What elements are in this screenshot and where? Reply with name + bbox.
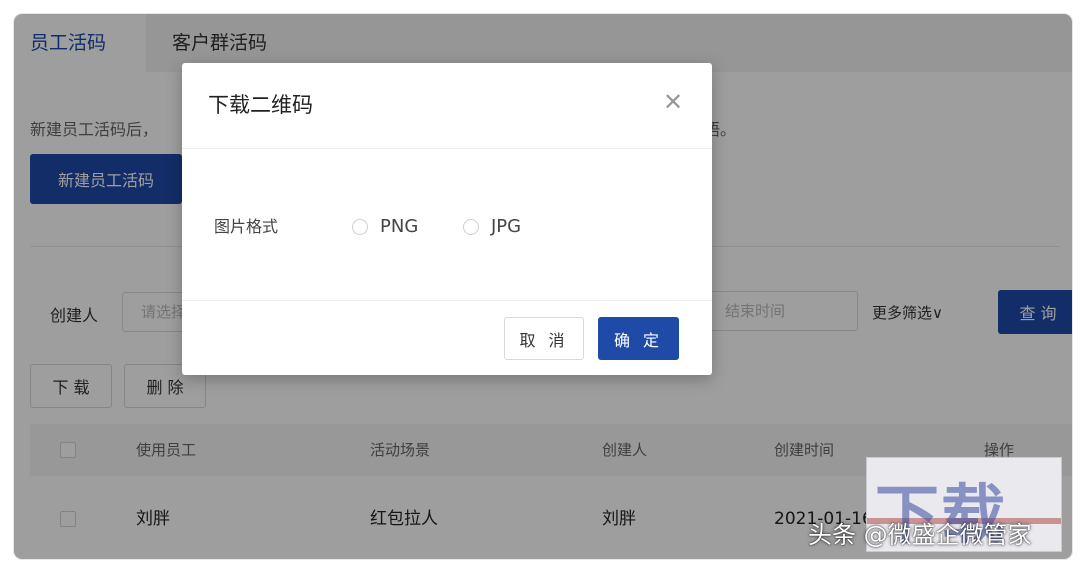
cancel-button[interactable]: 取 消	[504, 317, 584, 360]
confirm-button[interactable]: 确 定	[598, 317, 679, 360]
dialog-footer-divider	[182, 300, 712, 301]
dialog-title: 下载二维码	[208, 93, 313, 117]
radio-jpg-label: JPG	[491, 216, 522, 237]
image-format-label: 图片格式	[214, 217, 279, 236]
radio-circle-icon[interactable]	[352, 218, 368, 235]
close-icon[interactable]: ✕	[658, 87, 688, 117]
radio-png[interactable]: PNG	[352, 216, 418, 237]
dialog-header-divider	[182, 148, 712, 149]
radio-circle-icon[interactable]	[463, 218, 479, 235]
radio-png-label: PNG	[380, 216, 419, 237]
radio-jpg[interactable]: JPG	[463, 216, 521, 237]
download-qrcode-dialog: 下载二维码 ✕ 图片格式 PNG JPG 取 消 确 定	[182, 63, 712, 375]
credit-watermark: 头条 @微盛企微管家	[808, 521, 1032, 549]
